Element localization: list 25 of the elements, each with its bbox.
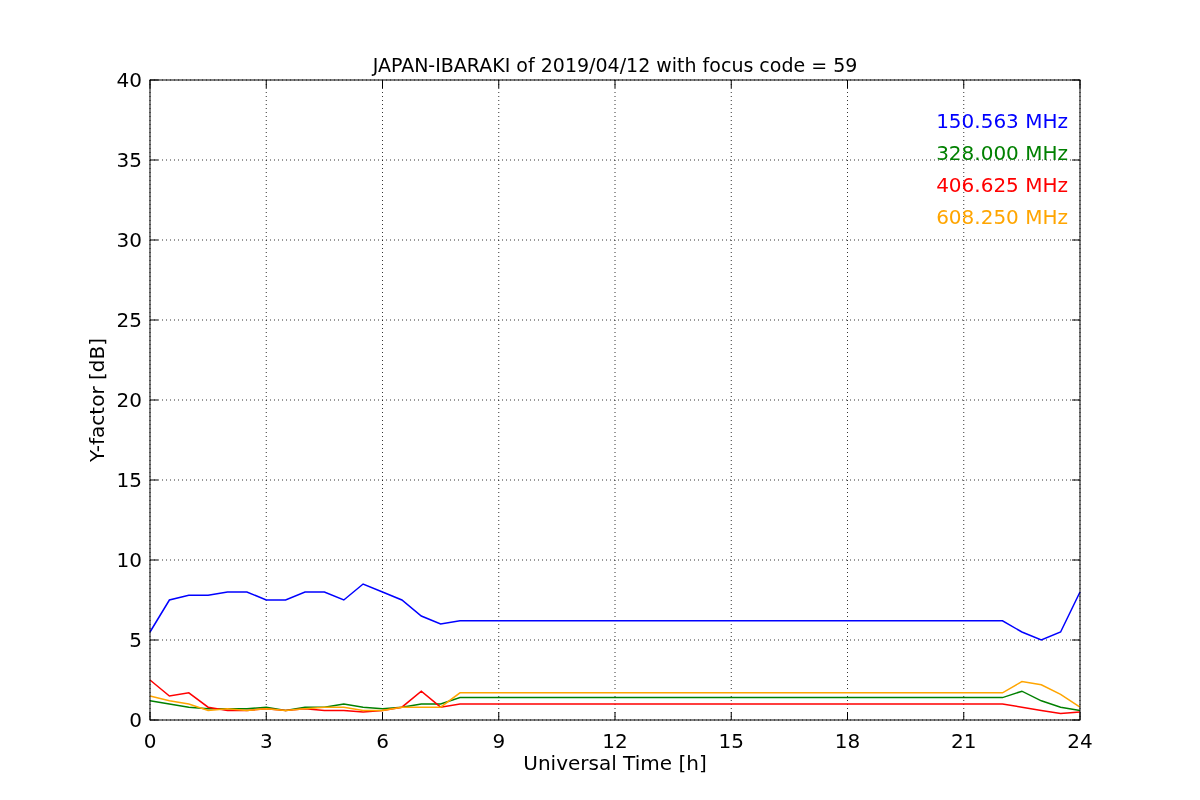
x-tick-label: 12	[602, 729, 628, 753]
y-tick-label: 15	[116, 468, 142, 492]
x-tick-label: 24	[1067, 729, 1093, 753]
y-tick-label: 35	[116, 148, 142, 172]
y-tick-label: 5	[129, 628, 142, 652]
legend-label: 406.625 MHz	[936, 173, 1068, 197]
y-tick-label: 20	[116, 388, 142, 412]
x-tick-label: 18	[834, 729, 861, 753]
x-axis-label: Universal Time [h]	[523, 751, 707, 775]
y-axis-label: Y-factor [dB]	[85, 338, 109, 462]
y-tick-label: 0	[129, 708, 142, 732]
x-tick-label: 15	[718, 729, 744, 753]
y-tick-label: 30	[116, 228, 142, 252]
legend-label: 608.250 MHz	[936, 205, 1068, 229]
y-tick-label: 40	[116, 68, 142, 92]
legend-label: 328.000 MHz	[936, 141, 1068, 165]
legend-label: 150.563 MHz	[936, 109, 1068, 133]
y-tick-label: 10	[116, 548, 142, 572]
y-tick-label: 25	[116, 308, 142, 332]
chart-title: JAPAN-IBARAKI of 2019/04/12 with focus code = 59	[372, 54, 858, 76]
x-tick-label: 9	[492, 729, 506, 753]
x-tick-label: 0	[143, 729, 157, 753]
x-tick-label: 21	[951, 729, 977, 753]
x-tick-label: 6	[376, 729, 389, 753]
x-tick-label: 3	[259, 729, 273, 753]
